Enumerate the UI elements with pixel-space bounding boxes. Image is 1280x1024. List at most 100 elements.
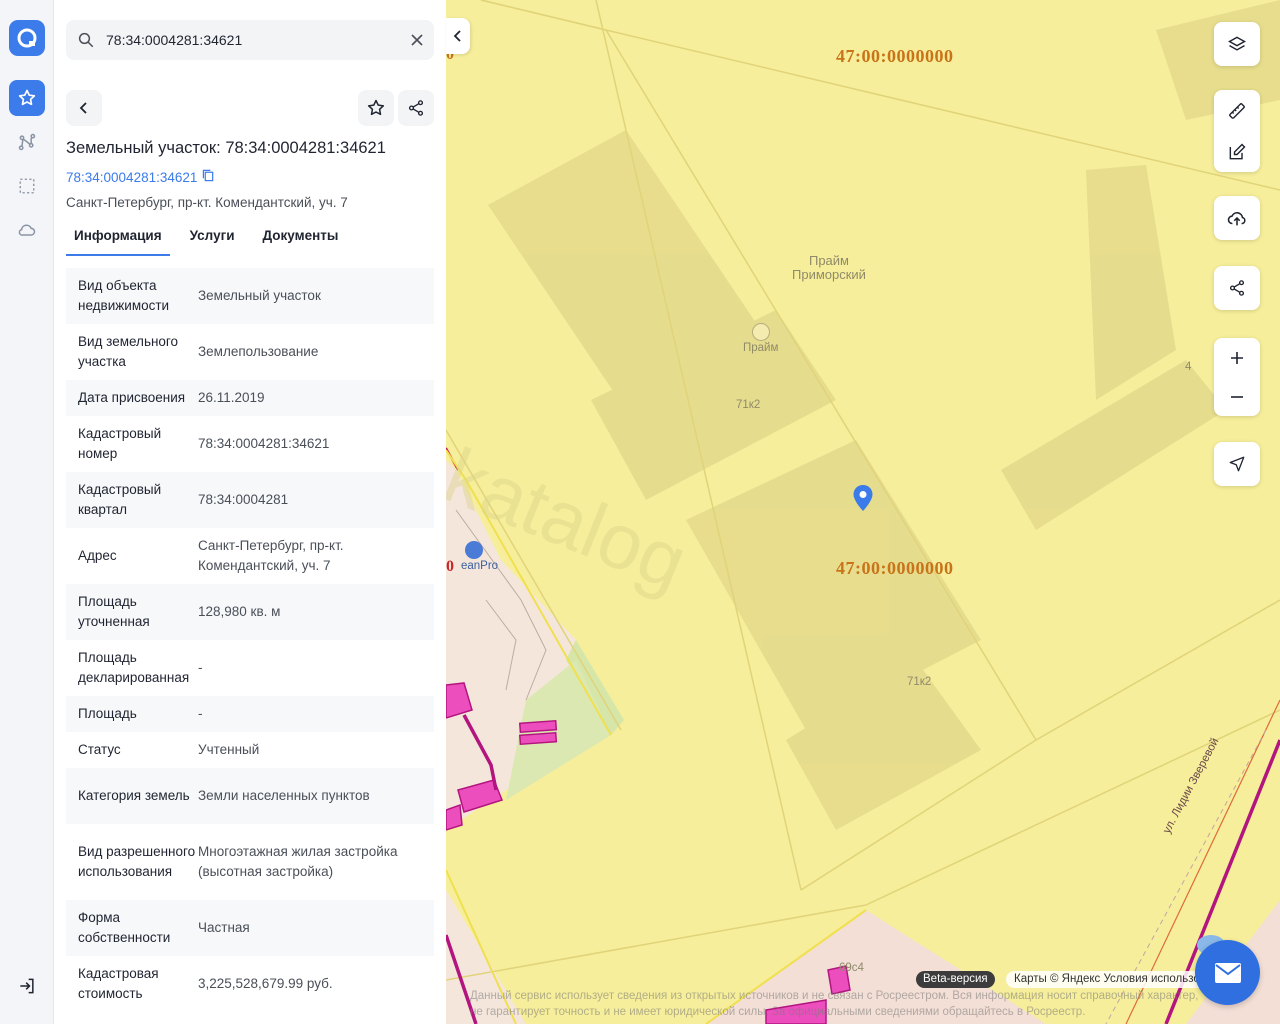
- draw-tools: [1214, 90, 1260, 172]
- info-table: Вид объекта недвижимости Земельный участо…: [66, 268, 434, 1012]
- map-disclaimer: Данный сервис использует сведения из отк…: [470, 988, 1210, 1020]
- disclaimer-line: Данный сервис использует сведения из отк…: [470, 990, 1199, 1002]
- building-number: 4: [1185, 361, 1192, 373]
- row-value: 78:34:0004281: [198, 492, 289, 507]
- row-value: 128,980 кв. м: [198, 604, 281, 619]
- share-icon[interactable]: [1214, 270, 1260, 306]
- left-rail: [0, 0, 54, 1024]
- building-number: 71к2: [907, 676, 932, 688]
- tab-information[interactable]: Информация: [66, 226, 170, 256]
- row-value: Частная: [198, 920, 250, 935]
- row-value: -: [198, 660, 203, 675]
- row-key: Кадастровый номер: [78, 426, 162, 461]
- navigation-arrow-icon[interactable]: [1214, 446, 1260, 482]
- geolocation-control: [1214, 442, 1260, 486]
- row-value: 26.11.2019: [198, 390, 265, 405]
- favorite-star-button[interactable]: [358, 90, 394, 126]
- table-row: Адрес Санкт-Петербург, пр-кт. Комендантск…: [66, 528, 434, 584]
- zoom-in-icon[interactable]: [1214, 340, 1260, 376]
- app-logo[interactable]: [9, 20, 45, 56]
- row-key: Вид земельного участка: [78, 334, 179, 369]
- selection-icon[interactable]: [9, 168, 45, 204]
- row-value: -: [198, 706, 203, 721]
- table-row: Статус Учтенный: [66, 732, 434, 768]
- row-value: Земельный участок: [198, 288, 321, 303]
- row-key: Вид разрешенного использования: [78, 844, 196, 879]
- search-icon: [66, 31, 106, 49]
- row-value: Многоэтажная жилая застройка (высотная з…: [198, 844, 398, 879]
- place-name: Прайм Приморский: [792, 253, 866, 282]
- row-value: 78:34:0004281:34621: [198, 436, 330, 451]
- close-icon[interactable]: [400, 34, 434, 46]
- object-address: Санкт-Петербург, пр-кт. Комендантский, у…: [66, 195, 348, 210]
- cadastral-number-text[interactable]: 78:34:0004281:34621: [66, 170, 197, 185]
- row-key: Статус: [78, 742, 121, 757]
- favorites-star-icon[interactable]: [9, 80, 45, 116]
- upload-control: [1214, 196, 1260, 240]
- table-row: Категория земель Земли населенных пунктов: [66, 768, 434, 824]
- table-row: Вид земельного участка Землепользование: [66, 324, 434, 380]
- search-box: [66, 20, 434, 60]
- table-row: Вид разрешенного использования Многоэтажн…: [66, 824, 434, 900]
- table-row: Площадь декларированная -: [66, 640, 434, 696]
- table-row: Кадастровый квартал 78:34:0004281: [66, 472, 434, 528]
- beta-badge: Beta-версия: [916, 971, 995, 988]
- ruler-icon[interactable]: [1214, 93, 1260, 129]
- back-button[interactable]: [66, 90, 102, 126]
- cadastral-edge-label: 0: [446, 558, 455, 575]
- edit-icon[interactable]: [1214, 134, 1260, 170]
- route-icon[interactable]: [9, 124, 45, 160]
- table-row: Вид объекта недвижимости Земельный участо…: [66, 268, 434, 324]
- row-key: Категория земель: [78, 788, 190, 803]
- cadastral-district-label: 47:00:0000000: [836, 46, 954, 66]
- layers-control: [1214, 22, 1260, 66]
- row-value: Учтенный: [198, 742, 260, 757]
- table-row: Площадь -: [66, 696, 434, 732]
- tabs: Информация Услуги Документы: [66, 226, 358, 256]
- feedback-mail-button[interactable]: [1195, 940, 1260, 1005]
- poi-label: Прайм: [743, 342, 779, 354]
- page-title: Земельный участок: 78:34:0004281:34621: [66, 139, 386, 157]
- cadastral-district-label: 47:00:0000000: [836, 558, 954, 578]
- row-value: Земли населенных пунктов: [198, 788, 370, 803]
- row-key: Адрес: [78, 548, 117, 563]
- disclaimer-line: не гарантирует точность и не имеет юриди…: [470, 1006, 1086, 1018]
- tab-services[interactable]: Услуги: [182, 226, 243, 256]
- building-number: 69с4: [839, 962, 864, 974]
- car-service-icon: [465, 541, 483, 559]
- cadastral-number-link[interactable]: 78:34:0004281:34621: [66, 169, 215, 185]
- row-value: Санкт-Петербург, пр-кт. Комендантский, у…: [198, 538, 344, 573]
- map-attribution[interactable]: Карты © Яндекс Условия использования: [1006, 971, 1206, 988]
- logout-icon[interactable]: [9, 968, 45, 1004]
- search-input[interactable]: [106, 32, 400, 48]
- share-button[interactable]: [398, 90, 434, 126]
- zoom-control: [1214, 338, 1260, 416]
- row-key: Дата присвоения: [78, 390, 186, 405]
- building-number: 71к2: [736, 399, 761, 411]
- table-row: Площадь уточненная 128,980 кв. м: [66, 584, 434, 640]
- table-row: Кадастровая стоимость 3,225,528,679.99 ру…: [66, 956, 434, 1012]
- poi-label: eanPro: [461, 560, 499, 572]
- row-key: Площадь декларированная: [78, 650, 190, 685]
- cloud-upload-icon[interactable]: [1214, 200, 1260, 236]
- copy-icon[interactable]: [202, 169, 215, 185]
- layers-icon[interactable]: [1214, 26, 1260, 62]
- row-key: Кадастровый квартал: [78, 482, 162, 517]
- tab-documents[interactable]: Документы: [255, 226, 347, 256]
- table-row: Форма собственности Частная: [66, 900, 434, 956]
- row-key: Вид объекта недвижимости: [78, 278, 170, 313]
- collapse-panel-button[interactable]: [446, 18, 470, 54]
- zoom-out-icon[interactable]: [1214, 379, 1260, 415]
- row-value: Землепользование: [198, 344, 319, 359]
- cloud-icon[interactable]: [9, 212, 45, 248]
- object-panel: Земельный участок: 78:34:0004281:34621 7…: [54, 0, 446, 1024]
- row-key: Площадь: [78, 706, 137, 721]
- row-key: Площадь уточненная: [78, 594, 150, 629]
- row-key: Форма собственности: [78, 910, 171, 945]
- location-marker-icon[interactable]: [852, 484, 874, 517]
- table-row: Дата присвоения 26.11.2019: [66, 380, 434, 416]
- poi-icon: [752, 323, 770, 341]
- map-canvas[interactable]: 47:00:0000000 47:00:0000000 0 0 Прайм Пр…: [446, 0, 1280, 1024]
- row-key: Кадастровая стоимость: [78, 966, 159, 1001]
- share-map-control: [1214, 266, 1260, 310]
